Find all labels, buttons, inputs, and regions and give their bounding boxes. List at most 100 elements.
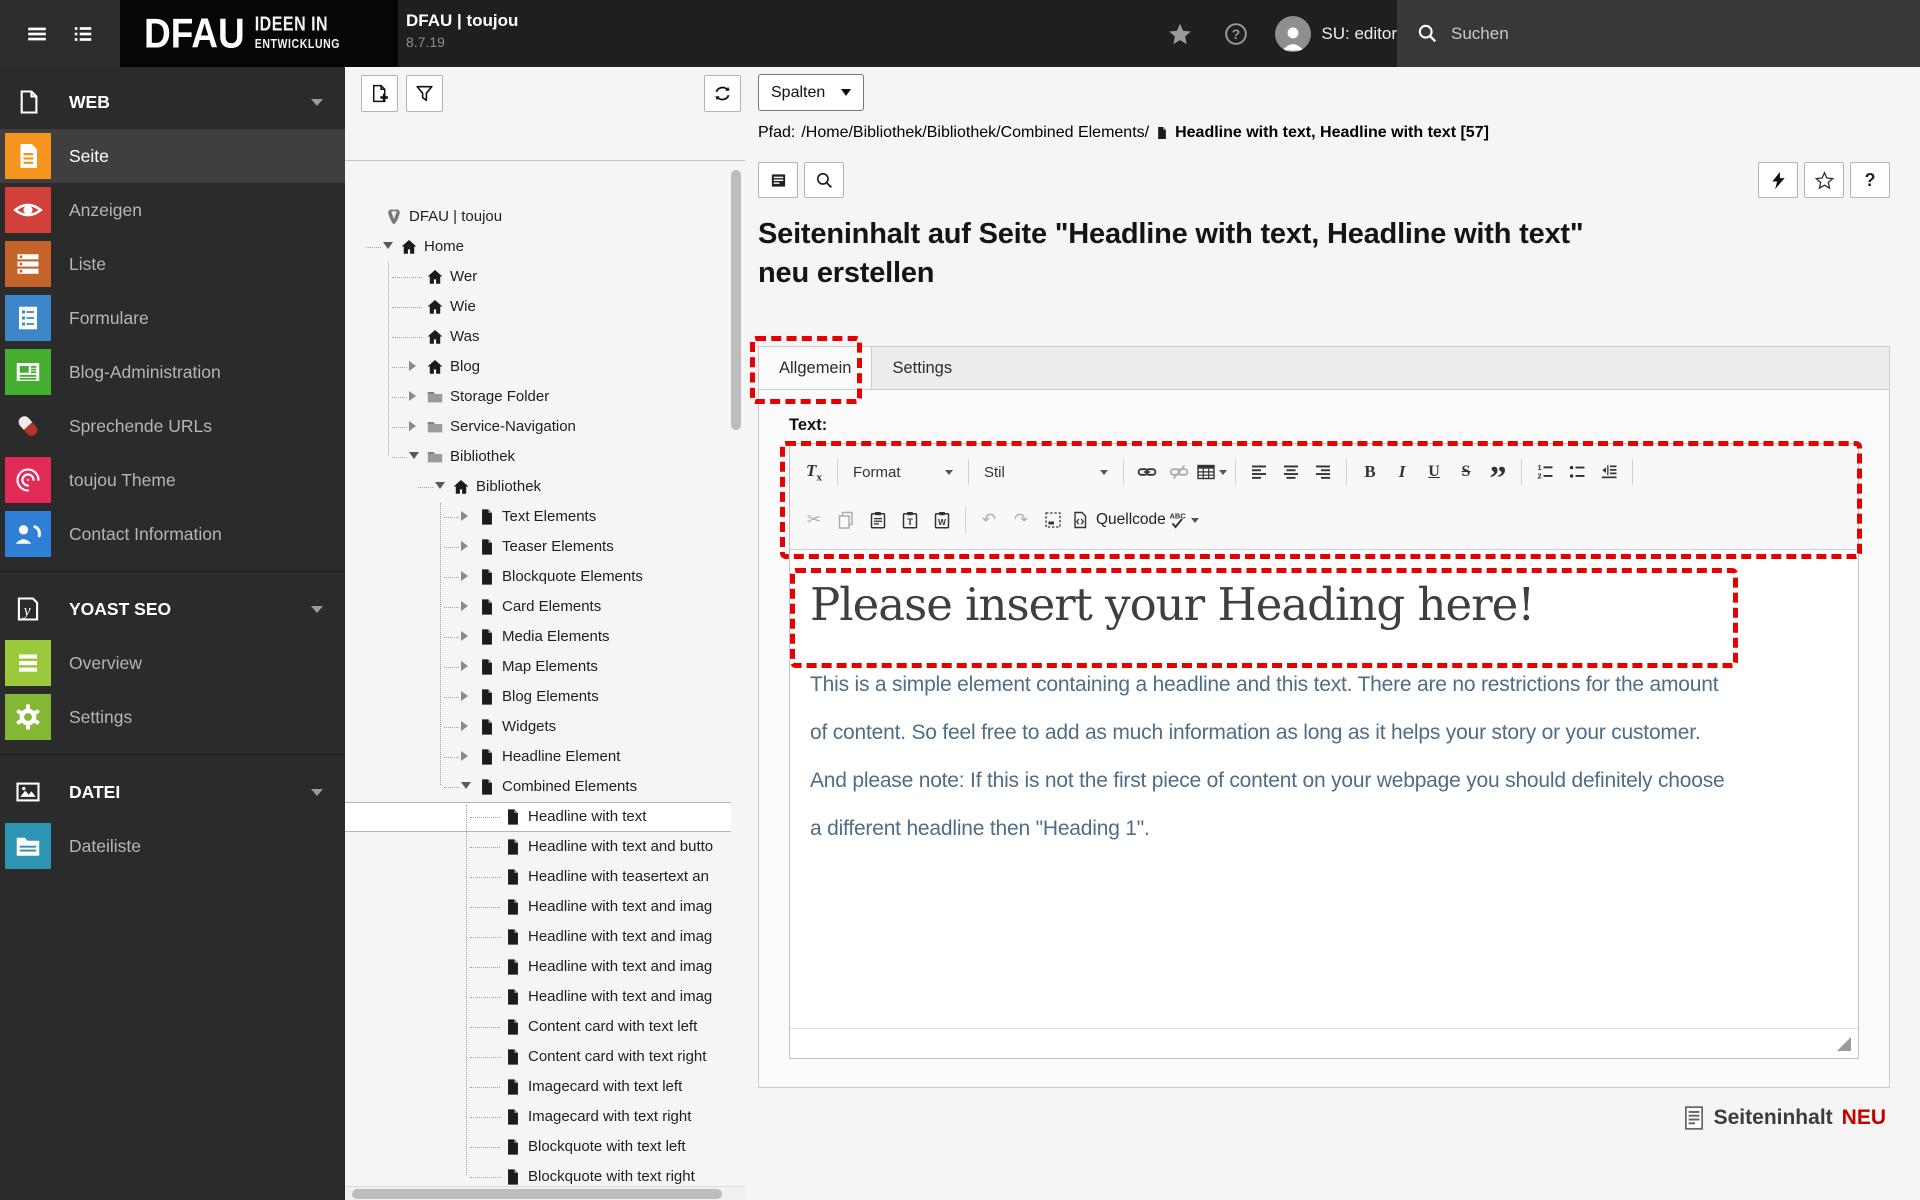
columns-select[interactable]: Spalten (758, 74, 864, 111)
strike-icon[interactable]: S (1451, 457, 1481, 487)
align-left-icon[interactable] (1244, 457, 1274, 487)
tree-node-headline-with-text-and-butto[interactable]: Headline with text and butto (345, 832, 731, 862)
tree-node-blockquote-with-text-left[interactable]: Blockquote with text left (345, 1132, 731, 1162)
tree-node-headline-with-text[interactable]: Headline with text (345, 802, 731, 832)
expand-icon[interactable] (461, 541, 468, 551)
ordered-list-icon[interactable] (1530, 457, 1560, 487)
tree-node-home[interactable]: Home (345, 232, 731, 262)
spellcheck-icon[interactable] (1168, 505, 1199, 535)
collapse-icon[interactable] (461, 782, 471, 789)
paste-text-icon[interactable] (895, 505, 925, 535)
user-menu[interactable]: SU: editor (1275, 15, 1397, 52)
tree-node-storage-folder[interactable]: Storage Folder (345, 382, 731, 412)
italic-icon[interactable]: I (1387, 457, 1417, 487)
paste-icon[interactable] (863, 505, 893, 535)
underline-icon[interactable]: U (1419, 457, 1449, 487)
expand-icon[interactable] (409, 421, 416, 431)
collapse-icon[interactable] (435, 482, 445, 489)
sidebar-item-overview[interactable]: Overview (0, 636, 345, 690)
scrollbar-thumb[interactable] (352, 1189, 722, 1199)
tree-node-map-elements[interactable]: Map Elements (345, 652, 731, 682)
tree-node-combined-elements[interactable]: Combined Elements (345, 772, 731, 802)
table-icon[interactable] (1196, 457, 1227, 487)
remove-format-icon[interactable]: Tx (799, 457, 829, 487)
expand-icon[interactable] (461, 691, 468, 701)
expand-icon[interactable] (461, 571, 468, 581)
clear-cache-button[interactable] (1758, 162, 1798, 198)
align-center-icon[interactable] (1276, 457, 1306, 487)
sidebar-item-dateiliste[interactable]: Dateiliste (0, 819, 345, 873)
resize-grip[interactable] (1837, 1037, 1851, 1051)
expand-icon[interactable] (461, 511, 468, 521)
open-docs-button[interactable] (66, 17, 100, 51)
link-icon[interactable] (1132, 457, 1162, 487)
tree-node-imagecard-with-text-right[interactable]: Imagecard with text right (345, 1102, 731, 1132)
sidebar-section-web[interactable]: WEB (0, 75, 345, 129)
sidebar-item-liste[interactable]: Liste (0, 237, 345, 291)
expand-icon[interactable] (461, 631, 468, 641)
rte-paragraph[interactable]: This is a simple element containing a he… (804, 661, 1844, 853)
toolbar-search[interactable]: Suchen (1397, 0, 1920, 67)
tree-node-teaser-elements[interactable]: Teaser Elements (345, 532, 731, 562)
tree-node-bibliothek[interactable]: Bibliothek (345, 442, 731, 472)
rte-content[interactable]: Please insert your Heading here! This is… (790, 550, 1858, 1030)
tree-horizontal-scrollbar[interactable] (345, 1186, 745, 1200)
tree-node-dfau-toujou[interactable]: DFAU | toujou (345, 202, 731, 232)
sidebar-item-contact-information[interactable]: Contact Information (0, 507, 345, 561)
tree-vertical-scrollbar[interactable] (731, 170, 741, 430)
sidebar-section-yoast-seo[interactable]: YOAST SEO (0, 582, 345, 636)
align-right-icon[interactable] (1308, 457, 1338, 487)
expand-icon[interactable] (409, 391, 416, 401)
tree-node-headline-element[interactable]: Headline Element (345, 742, 731, 772)
cut-icon[interactable]: ✂ (799, 505, 829, 535)
bookmarks-button[interactable] (1163, 17, 1197, 51)
sidebar-item-blog-administration[interactable]: Blog-Administration (0, 345, 345, 399)
tree-node-headline-with-text-and-imag[interactable]: Headline with text and imag (345, 892, 731, 922)
expand-icon[interactable] (461, 751, 468, 761)
sidebar-item-settings[interactable]: Settings (0, 690, 345, 744)
expand-icon[interactable] (461, 721, 468, 731)
tree-node-headline-with-teasertext-an[interactable]: Headline with teasertext an (345, 862, 731, 892)
tree-node-blog[interactable]: Blog (345, 352, 731, 382)
bold-icon[interactable]: B (1355, 457, 1385, 487)
expand-icon[interactable] (409, 361, 416, 371)
tree-node-wer[interactable]: Wer (345, 262, 731, 292)
tab-allgemein[interactable]: Allgemein (759, 347, 873, 389)
sidebar-item-seite[interactable]: Seite (0, 129, 345, 183)
rte-heading[interactable]: Please insert your Heading here! (804, 570, 1844, 631)
new-page-button[interactable] (361, 75, 398, 112)
sidebar-item-formulare[interactable]: Formulare (0, 291, 345, 345)
logo[interactable]: DFAU IDEEN IN ENTWICKLUNG (120, 0, 398, 67)
source-icon[interactable]: Quellcode (1070, 505, 1166, 535)
redo-icon[interactable]: ↷ (1006, 505, 1036, 535)
help-button[interactable] (1219, 17, 1253, 51)
sidebar-section-datei[interactable]: DATEI (0, 765, 345, 819)
style-dropdown[interactable]: Stil (976, 457, 1116, 487)
expand-icon[interactable] (461, 601, 468, 611)
tree-node-blog-elements[interactable]: Blog Elements (345, 682, 731, 712)
copy-icon[interactable] (831, 505, 861, 535)
sidebar-item-sprechende-urls[interactable]: Sprechende URLs (0, 399, 345, 453)
filter-button[interactable] (406, 75, 443, 112)
blockquote-icon[interactable]: ” (1483, 457, 1513, 496)
tree-node-content-card-with-text-left[interactable]: Content card with text left (345, 1012, 731, 1042)
undo-icon[interactable]: ↶ (974, 505, 1004, 535)
tree-node-blockquote-elements[interactable]: Blockquote Elements (345, 562, 731, 592)
collapse-icon[interactable] (383, 242, 393, 249)
tree-node-content-card-with-text-right[interactable]: Content card with text right (345, 1042, 731, 1072)
bullet-list-icon[interactable] (1562, 457, 1592, 487)
tree-node-text-elements[interactable]: Text Elements (345, 502, 731, 532)
sidebar-item-anzeigen[interactable]: Anzeigen (0, 183, 345, 237)
docheader-help-button[interactable]: ? (1850, 162, 1890, 198)
refresh-tree-button[interactable] (704, 75, 741, 112)
tab-settings[interactable]: Settings (872, 347, 972, 389)
sidebar-item-toujou-theme[interactable]: toujou Theme (0, 453, 345, 507)
indent-icon[interactable] (1594, 457, 1624, 487)
collapse-icon[interactable] (409, 452, 419, 459)
tree-node-was[interactable]: Was (345, 322, 731, 352)
tree-node-wie[interactable]: Wie (345, 292, 731, 322)
tree-node-headline-with-text-and-imag[interactable]: Headline with text and imag (345, 922, 731, 952)
format-dropdown[interactable]: Format (845, 457, 961, 487)
select-all-icon[interactable] (1038, 505, 1068, 535)
unlink-icon[interactable] (1164, 457, 1194, 487)
